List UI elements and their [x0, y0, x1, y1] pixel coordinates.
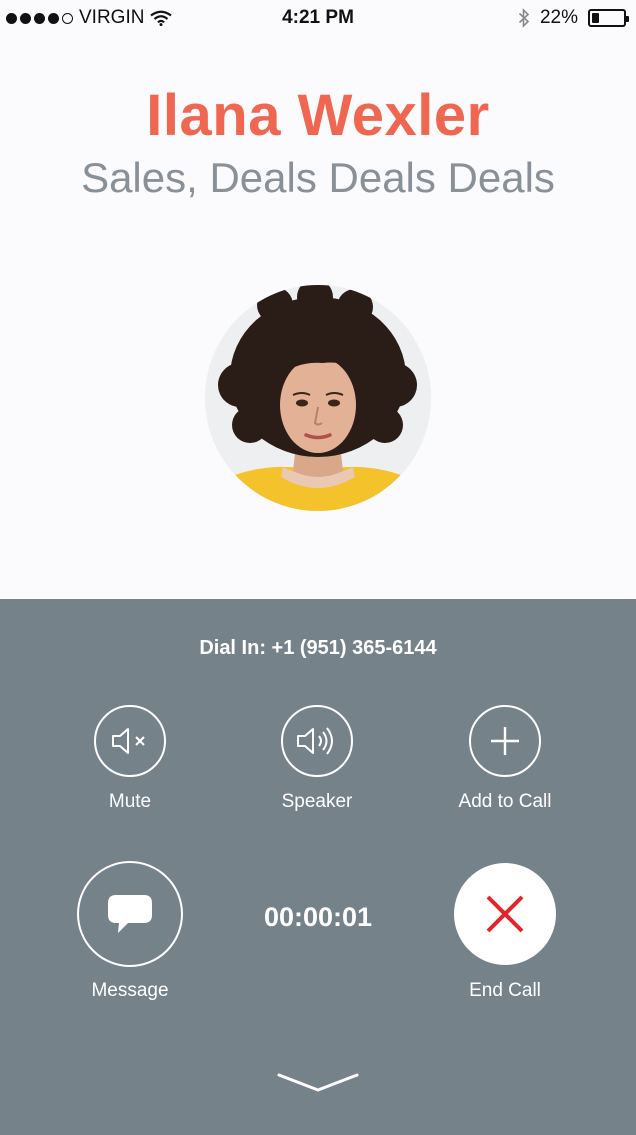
add-to-call-label: Add to Call	[458, 791, 552, 812]
status-right: 22%	[518, 7, 629, 29]
bluetooth-icon	[518, 8, 530, 28]
call-duration: 00:00:01	[263, 902, 373, 932]
battery-percent: 22%	[539, 7, 578, 28]
message-button[interactable]	[77, 861, 183, 967]
add-to-call-button[interactable]	[469, 705, 541, 777]
contact-title: Sales, Deals Deals Deals	[81, 154, 555, 201]
call-controls-panel: Dial In: +1 (951) 365-6144 Mute Speaker …	[0, 599, 636, 1135]
speaker-icon	[297, 727, 333, 755]
speaker-label: Speaker	[281, 791, 353, 812]
message-bubble-icon	[108, 895, 152, 933]
speaker-button[interactable]	[281, 705, 353, 777]
status-bar: VIRGIN 4:21 PM 22%	[0, 0, 636, 36]
mute-button[interactable]	[94, 705, 166, 777]
end-call-label: End Call	[469, 980, 541, 1001]
chevron-down-icon[interactable]	[276, 1071, 360, 1095]
end-call-button[interactable]	[454, 863, 556, 965]
plus-icon	[491, 727, 519, 755]
mute-label: Mute	[108, 791, 152, 812]
dial-in-number: Dial In: +1 (951) 365-6144	[199, 637, 437, 659]
contact-avatar	[205, 285, 431, 511]
mute-icon	[112, 728, 145, 754]
contact-name: Ilana Wexler	[146, 83, 490, 148]
battery-icon	[588, 9, 629, 27]
message-label: Message	[91, 980, 169, 1001]
close-x-icon	[486, 895, 524, 933]
